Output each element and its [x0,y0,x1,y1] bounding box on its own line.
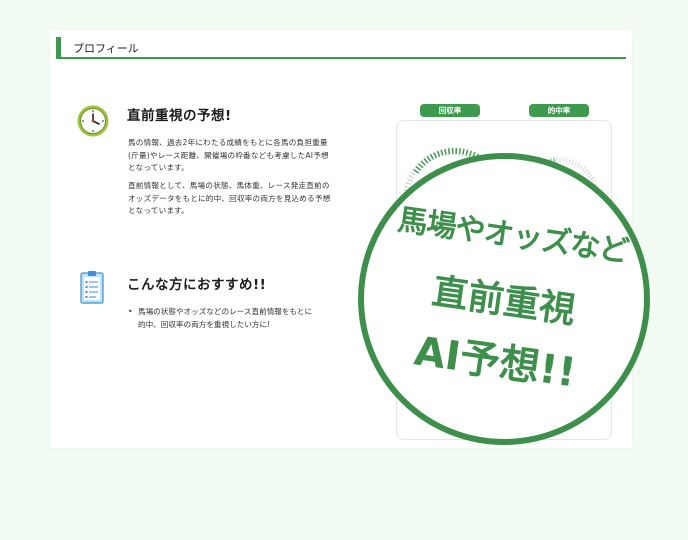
promo-stamp: 馬場やオッズなど 直前重視 AI予想!! [357,152,651,446]
profile-header: プロフィール [56,37,626,59]
hit-rate-label: 的中率 [529,104,589,117]
clipboard-icon [80,271,104,304]
header-accent-bar [56,37,61,59]
para2-line: 直前情報として、馬場の状態、馬体重、レース発走直前の [128,181,330,190]
para1-line: (斤量)やレース距離、開催場の枠番なども考慮したAI予想 [128,150,329,160]
return-rate-label: 回収率 [420,104,480,117]
para1-line: 馬の情報、過去2年にわたる成績をもとに各馬の負担重量 [128,138,328,147]
para1-line: となっています。 [128,163,189,172]
para2-line: となっています。 [128,206,189,215]
bullet-line: 的中、回収率の両方を重視したい方に! [138,319,271,329]
section1-para1: 馬の情報、過去2年にわたる成績をもとに各馬の負担重量 (斤量)やレース距離、開催… [128,137,329,175]
para2-line: オッズデータをもとに的中、回収率の両方を見込める予想 [128,193,331,203]
profile-title: プロフィール [73,42,139,55]
bullet-line: 馬場の状態やオッズなどのレース直前情報をもとに [138,307,313,316]
clock-icon [77,105,109,137]
section1-heading: 直前重視の予想! [127,108,232,124]
section2-heading: こんな方におすすめ!! [127,277,267,293]
section1-para2: 直前情報として、馬場の状態、馬体重、レース発走直前の オッズデータをもとに的中、… [128,180,330,218]
stamp-text: 馬場やオッズなど 直前重視 AI予想!! [338,133,670,465]
recommend-bullet: 馬場の状態やオッズなどのレース直前情報をもとに 的中、回収率の両方を重視したい方… [128,306,312,331]
